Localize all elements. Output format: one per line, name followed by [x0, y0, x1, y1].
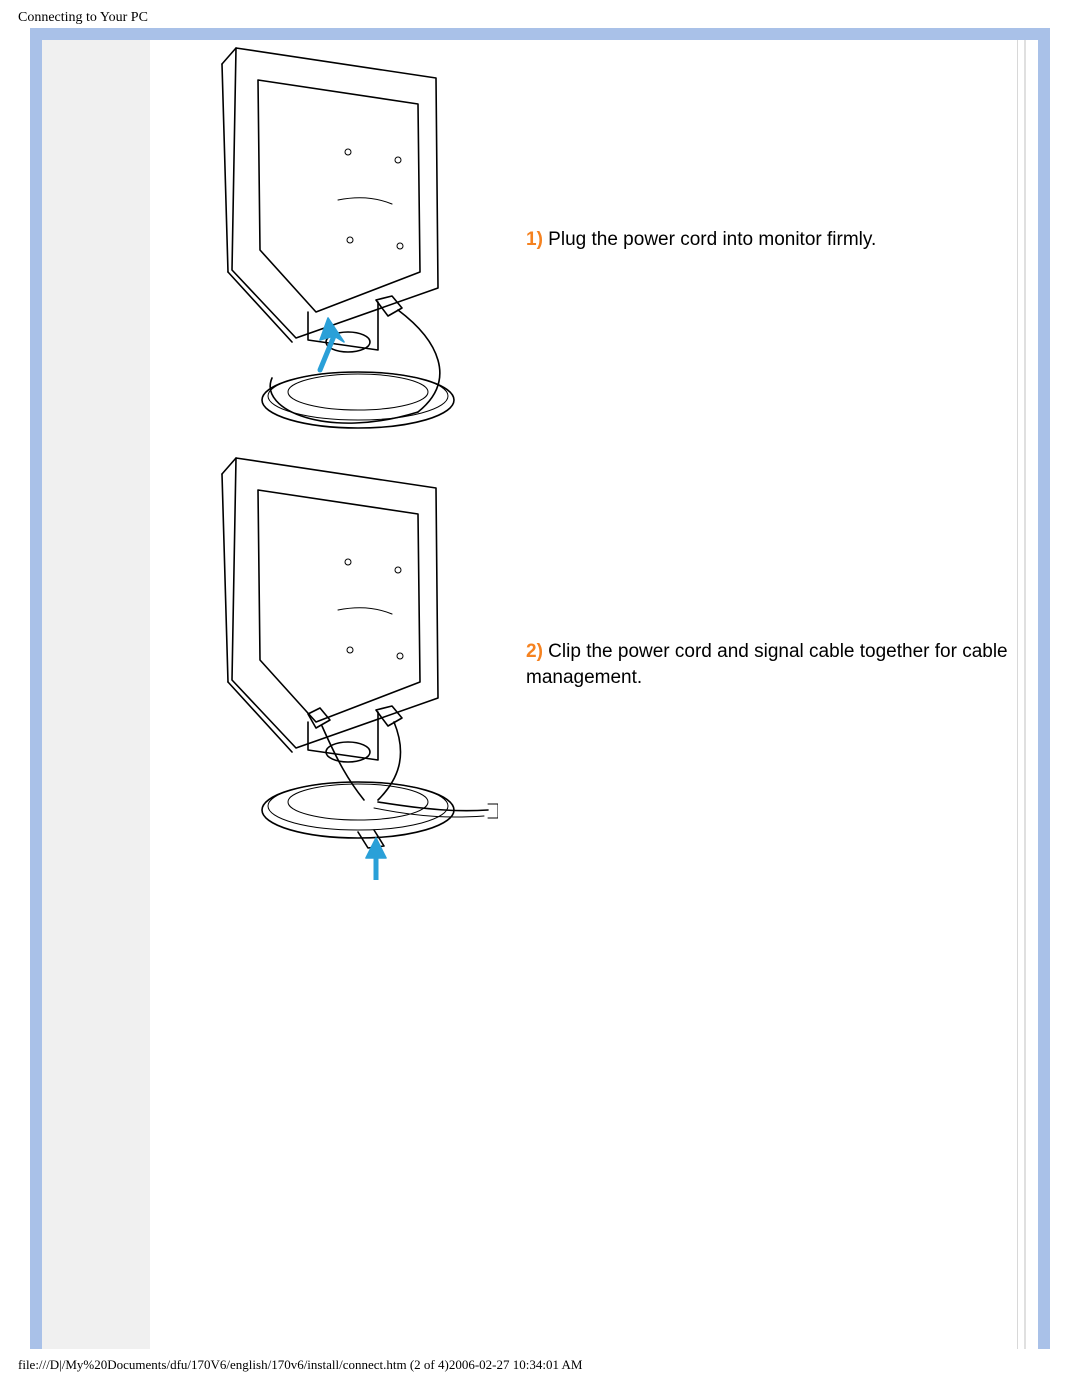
step-row-1: 1) Plug the power cord into monitor firm… [188, 40, 1064, 440]
step-row-2: 2) Clip the power cord and signal cable … [188, 450, 1064, 880]
page-header: Connecting to Your PC [18, 10, 148, 26]
page-frame: 1) Plug the power cord into monitor firm… [30, 28, 1050, 1349]
monitor-illustration-2 [188, 450, 498, 880]
page-footer: file:///D|/My%20Documents/dfu/170V6/engl… [18, 1357, 582, 1373]
monitor-illustration-1 [188, 40, 498, 440]
step-2-caption: 2) Clip the power cord and signal cable … [498, 639, 1064, 690]
left-sidebar-bg [42, 40, 150, 1349]
step-2-number: 2) [526, 641, 543, 662]
step-1-number: 1) [526, 229, 543, 250]
step-2-text: Clip the power cord and signal cable tog… [526, 641, 1008, 688]
step-1-text: Plug the power cord into monitor firmly. [543, 229, 876, 250]
content-area: 1) Plug the power cord into monitor firm… [150, 40, 1026, 1349]
step-1-caption: 1) Plug the power cord into monitor firm… [498, 227, 1064, 253]
